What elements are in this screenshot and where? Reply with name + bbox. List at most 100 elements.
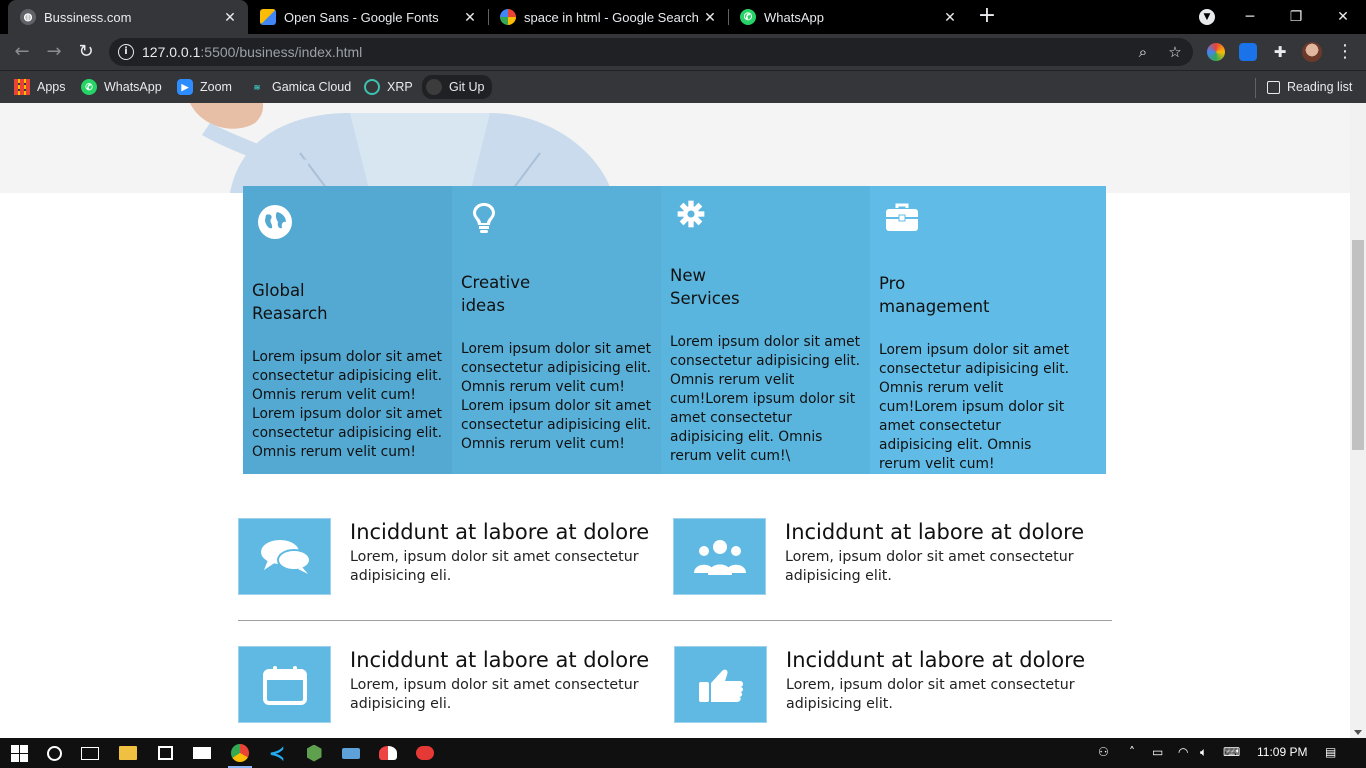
google-icon: [500, 9, 516, 25]
info-item-title: Inciddunt at labore at dolore: [786, 648, 1086, 672]
zoom-icon[interactable]: ⌕: [1134, 43, 1152, 61]
feature-title: Creative ideas: [461, 273, 531, 315]
windows-taskbar: ≺ ⚇ ˄ ▭ ◠ 🔈︎ ⌨ 11:09 PM ▤: [0, 738, 1366, 768]
tab-whatsapp[interactable]: ✆ WhatsApp ✕: [728, 0, 968, 34]
info-item-calendar: Inciddunt at labore at dolore Lorem, ips…: [238, 646, 658, 726]
restore-button[interactable]: ❐: [1273, 0, 1319, 34]
store-icon[interactable]: [153, 741, 177, 765]
reading-list-icon: [1267, 80, 1280, 94]
feature-title: Global Reasarch: [252, 281, 328, 323]
chat-bubbles-icon: [260, 539, 311, 574]
tab-search-icon[interactable]: ▼: [1199, 9, 1215, 25]
bookmark-label: Git Up: [449, 80, 485, 94]
bookmark-apps[interactable]: Apps: [14, 77, 66, 97]
tab-bussiness[interactable]: ◍ Bussiness.com ✕: [8, 0, 248, 34]
info-item-team: Inciddunt at labore at dolore Lorem, ips…: [673, 518, 1093, 598]
feature-card-new-services: New Services Lorem ipsum dolor sit amet c…: [661, 186, 870, 474]
people-icon: [693, 539, 746, 575]
feature-text: Lorem ipsum dolor sit amet consectetur a…: [670, 334, 861, 464]
volume-icon[interactable]: 🔈︎: [1200, 745, 1207, 760]
close-tab-icon[interactable]: ✕: [462, 9, 478, 25]
show-hidden-icons-icon[interactable]: ˄: [1129, 745, 1135, 759]
url-text[interactable]: 127.0.0.1:5500/business/index.html: [142, 44, 362, 60]
page-scrollbar[interactable]: [1350, 103, 1366, 738]
info-item-text: Lorem, ipsum dolor sit amet consectetur …: [785, 549, 1074, 584]
feature-title: New Services: [670, 266, 740, 308]
notifications-icon[interactable]: ▤: [1325, 745, 1336, 759]
hero-section: [0, 103, 1350, 193]
puzzle-extensions-icon[interactable]: ✚: [1271, 43, 1289, 61]
close-tab-icon[interactable]: ✕: [222, 9, 238, 25]
tab-title: Open Sans - Google Fonts: [284, 9, 439, 25]
scrollbar-thumb[interactable]: [1352, 240, 1364, 450]
keyboard-layout-icon[interactable]: ⌨: [1223, 745, 1240, 759]
taskbar-clock[interactable]: 11:09 PM: [1257, 745, 1307, 759]
chrome-taskbar-icon[interactable]: [228, 741, 252, 768]
whatsapp-icon: ✆: [740, 9, 756, 25]
info-item-title: Inciddunt at labore at dolore: [785, 520, 1085, 544]
address-bar[interactable]: i 127.0.0.1:5500/business/index.html ⌕ ☆: [109, 38, 1193, 66]
feature-card-global-research: Global Reasarch Lorem ipsum dolor sit ame…: [243, 186, 452, 474]
feature-text: Lorem ipsum dolor sit amet consectetur a…: [252, 349, 443, 460]
vscode-icon[interactable]: ≺: [265, 741, 289, 765]
wifi-icon[interactable]: ◠: [1178, 745, 1188, 759]
feature-title: Pro management: [879, 274, 990, 316]
nodejs-icon[interactable]: [302, 741, 326, 765]
globe-favicon-icon: ◍: [20, 9, 36, 25]
globe-icon: [258, 205, 292, 239]
search-circle-icon[interactable]: [42, 741, 66, 765]
close-window-button[interactable]: ✕: [1320, 0, 1366, 34]
page-viewport: Global Reasarch Lorem ipsum dolor sit ame…: [0, 103, 1366, 738]
bookmark-label: Zoom: [200, 80, 232, 94]
info-item-text: Lorem, ipsum dolor sit amet consectetur …: [350, 549, 639, 584]
extension-icon[interactable]: [1207, 43, 1225, 61]
bookmarks-bar: Apps ✆ WhatsApp ▶ Zoom ≋ Gamica Cloud XR…: [0, 70, 1366, 103]
keyboard-app-icon[interactable]: [339, 741, 363, 765]
info-item-text: Lorem, ipsum dolor sit amet consectetur …: [350, 677, 639, 712]
github-icon: [426, 79, 442, 95]
minimize-button[interactable]: ─: [1227, 0, 1273, 34]
tab-google-search[interactable]: space in html - Google Search ✕: [488, 0, 728, 34]
site-info-icon[interactable]: i: [118, 44, 134, 60]
windows-start-icon[interactable]: [7, 741, 31, 765]
reading-list-button[interactable]: Reading list: [1267, 77, 1352, 97]
calendar-icon: [262, 665, 307, 705]
gear-icon: [677, 200, 705, 228]
bookmark-git-up[interactable]: Git Up: [422, 75, 493, 99]
reading-list-label: Reading list: [1287, 80, 1353, 94]
new-tab-button[interactable]: +: [976, 5, 998, 27]
info-item-image: [238, 518, 331, 595]
thumbs-up-icon: [698, 669, 743, 702]
bookmark-gamica-cloud[interactable]: ≋ Gamica Cloud: [249, 77, 352, 97]
bookmarks-divider: [1255, 78, 1256, 98]
feature-card-pro-management: Pro management Lorem ipsum dolor sit amet…: [870, 186, 1106, 474]
back-button[interactable]: ←: [10, 40, 34, 64]
profile-avatar[interactable]: [1302, 42, 1322, 62]
hero-person-image: [190, 103, 612, 193]
bookmark-whatsapp[interactable]: ✆ WhatsApp: [81, 77, 162, 97]
scroll-down-arrow-icon[interactable]: [1354, 730, 1362, 735]
gamica-logo-icon: ≋: [253, 82, 261, 92]
paint-app-icon[interactable]: [376, 741, 400, 765]
reload-button[interactable]: ↻: [74, 40, 98, 64]
mail-icon[interactable]: [190, 741, 214, 765]
forward-button[interactable]: →: [42, 40, 66, 64]
task-view-icon[interactable]: [78, 741, 102, 765]
info-item-image: [674, 646, 767, 723]
bookmark-zoom[interactable]: ▶ Zoom: [177, 77, 232, 97]
battery-icon[interactable]: ▭: [1152, 745, 1163, 759]
people-tray-icon[interactable]: ⚇: [1098, 745, 1109, 759]
record-app-icon[interactable]: [413, 741, 437, 765]
briefcase-icon: [886, 203, 918, 231]
feature-text: Lorem ipsum dolor sit amet consectetur a…: [461, 341, 652, 452]
close-tab-icon[interactable]: ✕: [942, 9, 958, 25]
tab-open-sans[interactable]: Open Sans - Google Fonts ✕: [248, 0, 488, 34]
more-menu-icon[interactable]: ⋮: [1336, 40, 1354, 64]
extension-icon[interactable]: [1239, 43, 1257, 61]
info-item-discussion: Inciddunt at labore at dolore Lorem, ips…: [238, 518, 658, 598]
bookmark-star-icon[interactable]: ☆: [1166, 43, 1184, 61]
info-item-image: [238, 646, 331, 723]
close-tab-icon[interactable]: ✕: [702, 9, 718, 25]
file-explorer-icon[interactable]: [116, 741, 140, 765]
bookmark-xrp[interactable]: XRP: [364, 77, 413, 97]
